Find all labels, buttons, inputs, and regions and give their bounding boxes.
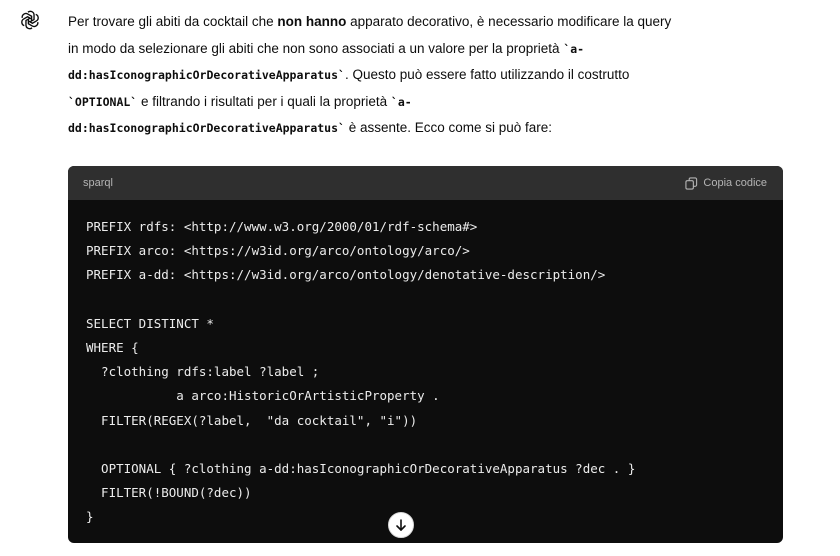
code-line: SELECT DISTINCT * [86, 315, 214, 331]
code-line: FILTER(REGEX(?label, "da cocktail", "i")… [86, 412, 418, 428]
scroll-to-bottom-button[interactable] [388, 512, 414, 538]
code-line: WHERE { [86, 339, 139, 355]
message-line: in modo da selezionare gli abiti che non… [68, 40, 585, 56]
code-block-header: sparql Copia codice [68, 166, 783, 200]
copy-icon [685, 176, 698, 190]
message-line: Per trovare gli abiti da cocktail che no… [68, 14, 672, 29]
code-line: OPTIONAL { ?clothing a-dd:hasIconographi… [86, 460, 636, 476]
code-language-label: sparql [83, 177, 113, 189]
openai-logo-icon [21, 10, 39, 30]
inline-code: dd:hasIconographicOrDecorativeApparatus` [68, 68, 345, 82]
code-line: PREFIX arco: <https://w3id.org/arco/onto… [86, 243, 470, 259]
inline-code: dd:hasIconographicOrDecorativeApparatus` [68, 121, 345, 135]
inline-code: `OPTIONAL` [68, 94, 138, 109]
copy-code-button[interactable]: Copia codice [685, 176, 767, 190]
code-block: sparql Copia codice PREFIX rdfs: <http:/… [68, 166, 783, 543]
arrow-down-icon [396, 519, 406, 531]
code-line: FILTER(!BOUND(?dec)) [86, 485, 252, 501]
inline-code: `a- [390, 94, 412, 109]
code-line: a arco:HistoricOrArtisticProperty . [86, 388, 440, 404]
code-line: PREFIX a-dd: <https://w3id.org/arco/onto… [86, 267, 606, 283]
assistant-message: Per trovare gli abiti da cocktail che no… [68, 9, 788, 142]
message-line: `OPTIONAL` e filtrando i risultati per i… [68, 93, 412, 109]
code-content: PREFIX rdfs: <http://www.w3.org/2000/01/… [68, 200, 783, 529]
code-line: PREFIX rdfs: <http://www.w3.org/2000/01/… [86, 219, 478, 234]
code-line: } [86, 509, 94, 525]
inline-code: `a- [563, 41, 585, 56]
copy-code-label: Copia codice [703, 177, 767, 189]
assistant-avatar [17, 7, 43, 33]
message-line: dd:hasIconographicOrDecorativeApparatus`… [68, 120, 553, 135]
emphasis-text: non hanno [277, 14, 347, 29]
message-line: dd:hasIconographicOrDecorativeApparatus`… [68, 67, 630, 82]
code-line: ?clothing rdfs:label ?label ; [86, 364, 320, 380]
